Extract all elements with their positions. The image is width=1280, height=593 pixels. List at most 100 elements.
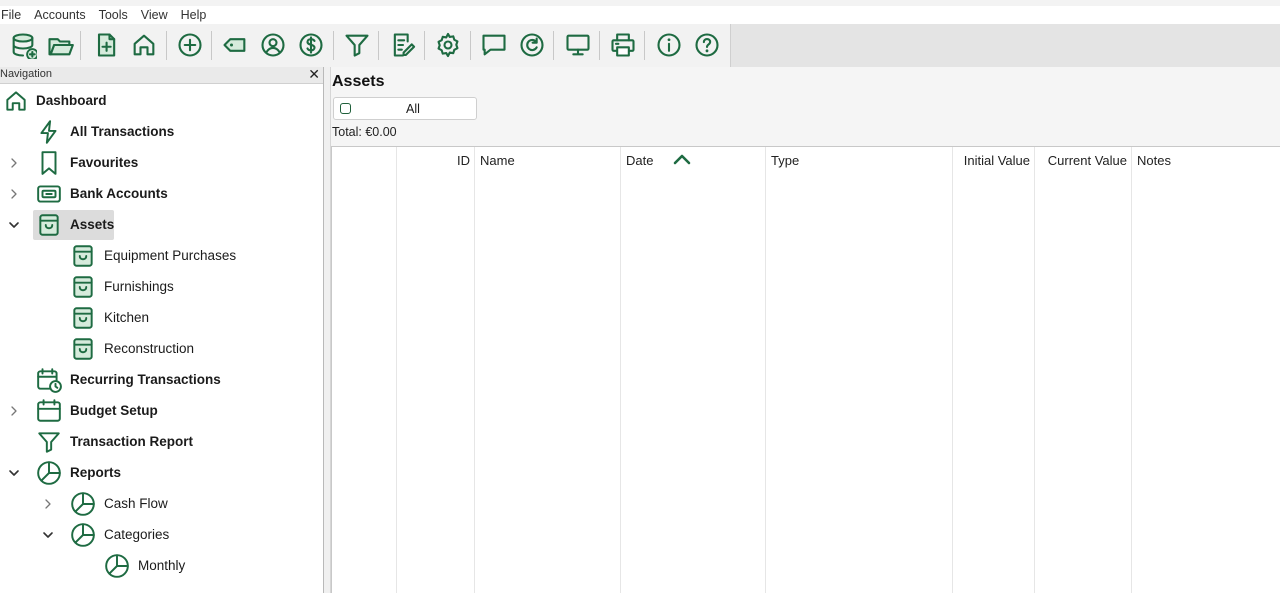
filter-icon xyxy=(35,428,63,456)
toolbar-separator xyxy=(166,31,167,60)
column-header-notes[interactable]: Notes xyxy=(1137,153,1171,168)
toolbar-separator xyxy=(211,31,212,60)
user-button[interactable] xyxy=(258,30,288,60)
nav-item-favourites[interactable]: Favourites xyxy=(0,148,323,178)
filter-icon xyxy=(38,432,60,453)
user-icon xyxy=(261,33,285,57)
column-initial-value[interactable]: Initial Value xyxy=(953,147,1035,593)
menu-accounts[interactable]: Accounts xyxy=(34,8,92,22)
column-header-date[interactable]: Date xyxy=(626,153,653,168)
monitor-button[interactable] xyxy=(563,30,593,60)
nav-item-reports[interactable]: Reports xyxy=(0,458,323,488)
menu-tools[interactable]: Tools xyxy=(99,8,135,22)
navigation-close-button[interactable]: ✕ xyxy=(308,66,320,83)
tag-button[interactable] xyxy=(220,30,250,60)
column-name[interactable]: Name xyxy=(475,147,621,593)
chevron-down-icon[interactable] xyxy=(41,528,55,542)
navigation-title: Navigation xyxy=(0,68,52,80)
filter-checkbox[interactable] xyxy=(340,103,351,114)
chevron-right-icon[interactable] xyxy=(7,156,21,170)
nav-item-budget-setup[interactable]: Budget Setup xyxy=(0,396,323,426)
lightning-icon xyxy=(40,120,57,144)
refresh-button[interactable] xyxy=(517,30,547,60)
nav-item-cash-flow[interactable]: Cash Flow xyxy=(0,489,323,519)
column-header-current-value[interactable]: Current Value xyxy=(1048,153,1127,168)
folder-open-icon xyxy=(48,38,74,56)
nav-item-furnishings[interactable]: Furnishings xyxy=(0,272,323,302)
nav-item-transaction-report[interactable]: Transaction Report xyxy=(0,427,323,457)
new-document-button[interactable] xyxy=(91,30,121,60)
toolbar-separator xyxy=(470,31,471,60)
add-circle-icon xyxy=(178,33,202,57)
box-icon xyxy=(69,273,97,301)
help-button[interactable] xyxy=(692,30,722,60)
menu-file[interactable]: File xyxy=(0,8,28,22)
column-current-value[interactable]: Current Value xyxy=(1035,147,1132,593)
nav-item-label: Favourites xyxy=(70,155,139,170)
nav-item-equipment-purchases[interactable]: Equipment Purchases xyxy=(0,241,323,271)
chevron-right-icon[interactable] xyxy=(41,497,55,511)
home-button[interactable] xyxy=(129,30,159,60)
toolbar-separator xyxy=(80,31,81,60)
refresh-icon xyxy=(520,33,544,57)
bank-card-icon xyxy=(35,180,63,208)
assets-view: Assets All Total: €0.00 ID Name Date Typ… xyxy=(331,67,1280,593)
settings-gear-button[interactable] xyxy=(433,30,463,60)
menu-help[interactable]: Help xyxy=(181,8,214,22)
nav-item-label: Categories xyxy=(104,527,170,542)
nav-item-label: Monthly xyxy=(138,558,186,573)
toolbar-buttons xyxy=(0,24,731,67)
nav-item-assets[interactable]: Assets xyxy=(0,210,323,240)
menu-view[interactable]: View xyxy=(141,8,175,22)
info-button[interactable] xyxy=(654,30,684,60)
column-select xyxy=(332,147,397,593)
toolbar-separator xyxy=(333,31,334,60)
filter-icon xyxy=(345,34,369,57)
help-icon xyxy=(695,33,719,57)
toolbar-separator xyxy=(599,31,600,60)
filter-all-toggle[interactable]: All xyxy=(333,97,477,120)
database-add-button[interactable] xyxy=(8,30,38,60)
add-circle-button[interactable] xyxy=(175,30,205,60)
folder-open-button[interactable] xyxy=(45,30,75,60)
nav-item-dashboard[interactable]: Dashboard xyxy=(0,86,323,116)
nav-item-categories[interactable]: Categories xyxy=(0,520,323,550)
toolbar xyxy=(0,24,1280,67)
nav-item-reconstruction[interactable]: Reconstruction xyxy=(0,334,323,364)
column-header-id[interactable]: ID xyxy=(457,153,470,168)
filter-button[interactable] xyxy=(342,30,372,60)
column-type[interactable]: Type xyxy=(766,147,953,593)
calendar-clock-icon xyxy=(35,366,63,394)
nav-item-recurring-transactions[interactable]: Recurring Transactions xyxy=(0,365,323,395)
box-icon xyxy=(73,245,93,267)
nav-item-kitchen[interactable]: Kitchen xyxy=(0,303,323,333)
column-notes[interactable]: Notes xyxy=(1132,147,1280,593)
menu-bar: File Accounts Tools View Help xyxy=(0,6,1280,24)
chat-button[interactable] xyxy=(479,30,509,60)
nav-item-all-transactions[interactable]: All Transactions xyxy=(0,117,323,147)
nav-item-label: Equipment Purchases xyxy=(104,248,237,263)
dollar-button[interactable] xyxy=(296,30,326,60)
edit-note-button[interactable] xyxy=(388,30,418,60)
chevron-right-icon[interactable] xyxy=(7,187,21,201)
edit-note-icon xyxy=(393,33,416,57)
column-header-type[interactable]: Type xyxy=(771,153,799,168)
assets-table: ID Name Date Type Initial Value Current … xyxy=(331,146,1280,593)
chevron-right-icon[interactable] xyxy=(7,404,21,418)
pie-chart-icon xyxy=(71,492,95,516)
column-id[interactable]: ID xyxy=(397,147,475,593)
nav-item-bank-accounts[interactable]: Bank Accounts xyxy=(0,179,323,209)
nav-item-monthly[interactable]: Monthly xyxy=(0,551,323,581)
box-icon xyxy=(69,335,97,363)
chevron-down-icon[interactable] xyxy=(7,466,21,480)
toolbar-separator xyxy=(378,31,379,60)
column-date[interactable]: Date xyxy=(621,147,766,593)
panel-splitter[interactable] xyxy=(323,67,331,593)
column-header-initial-value[interactable]: Initial Value xyxy=(964,153,1030,168)
column-header-name[interactable]: Name xyxy=(480,153,515,168)
home-icon xyxy=(133,34,155,56)
chevron-down-icon[interactable] xyxy=(7,218,21,232)
print-button[interactable] xyxy=(608,30,638,60)
toolbar-separator xyxy=(553,31,554,60)
nav-item-label: Cash Flow xyxy=(104,496,168,511)
